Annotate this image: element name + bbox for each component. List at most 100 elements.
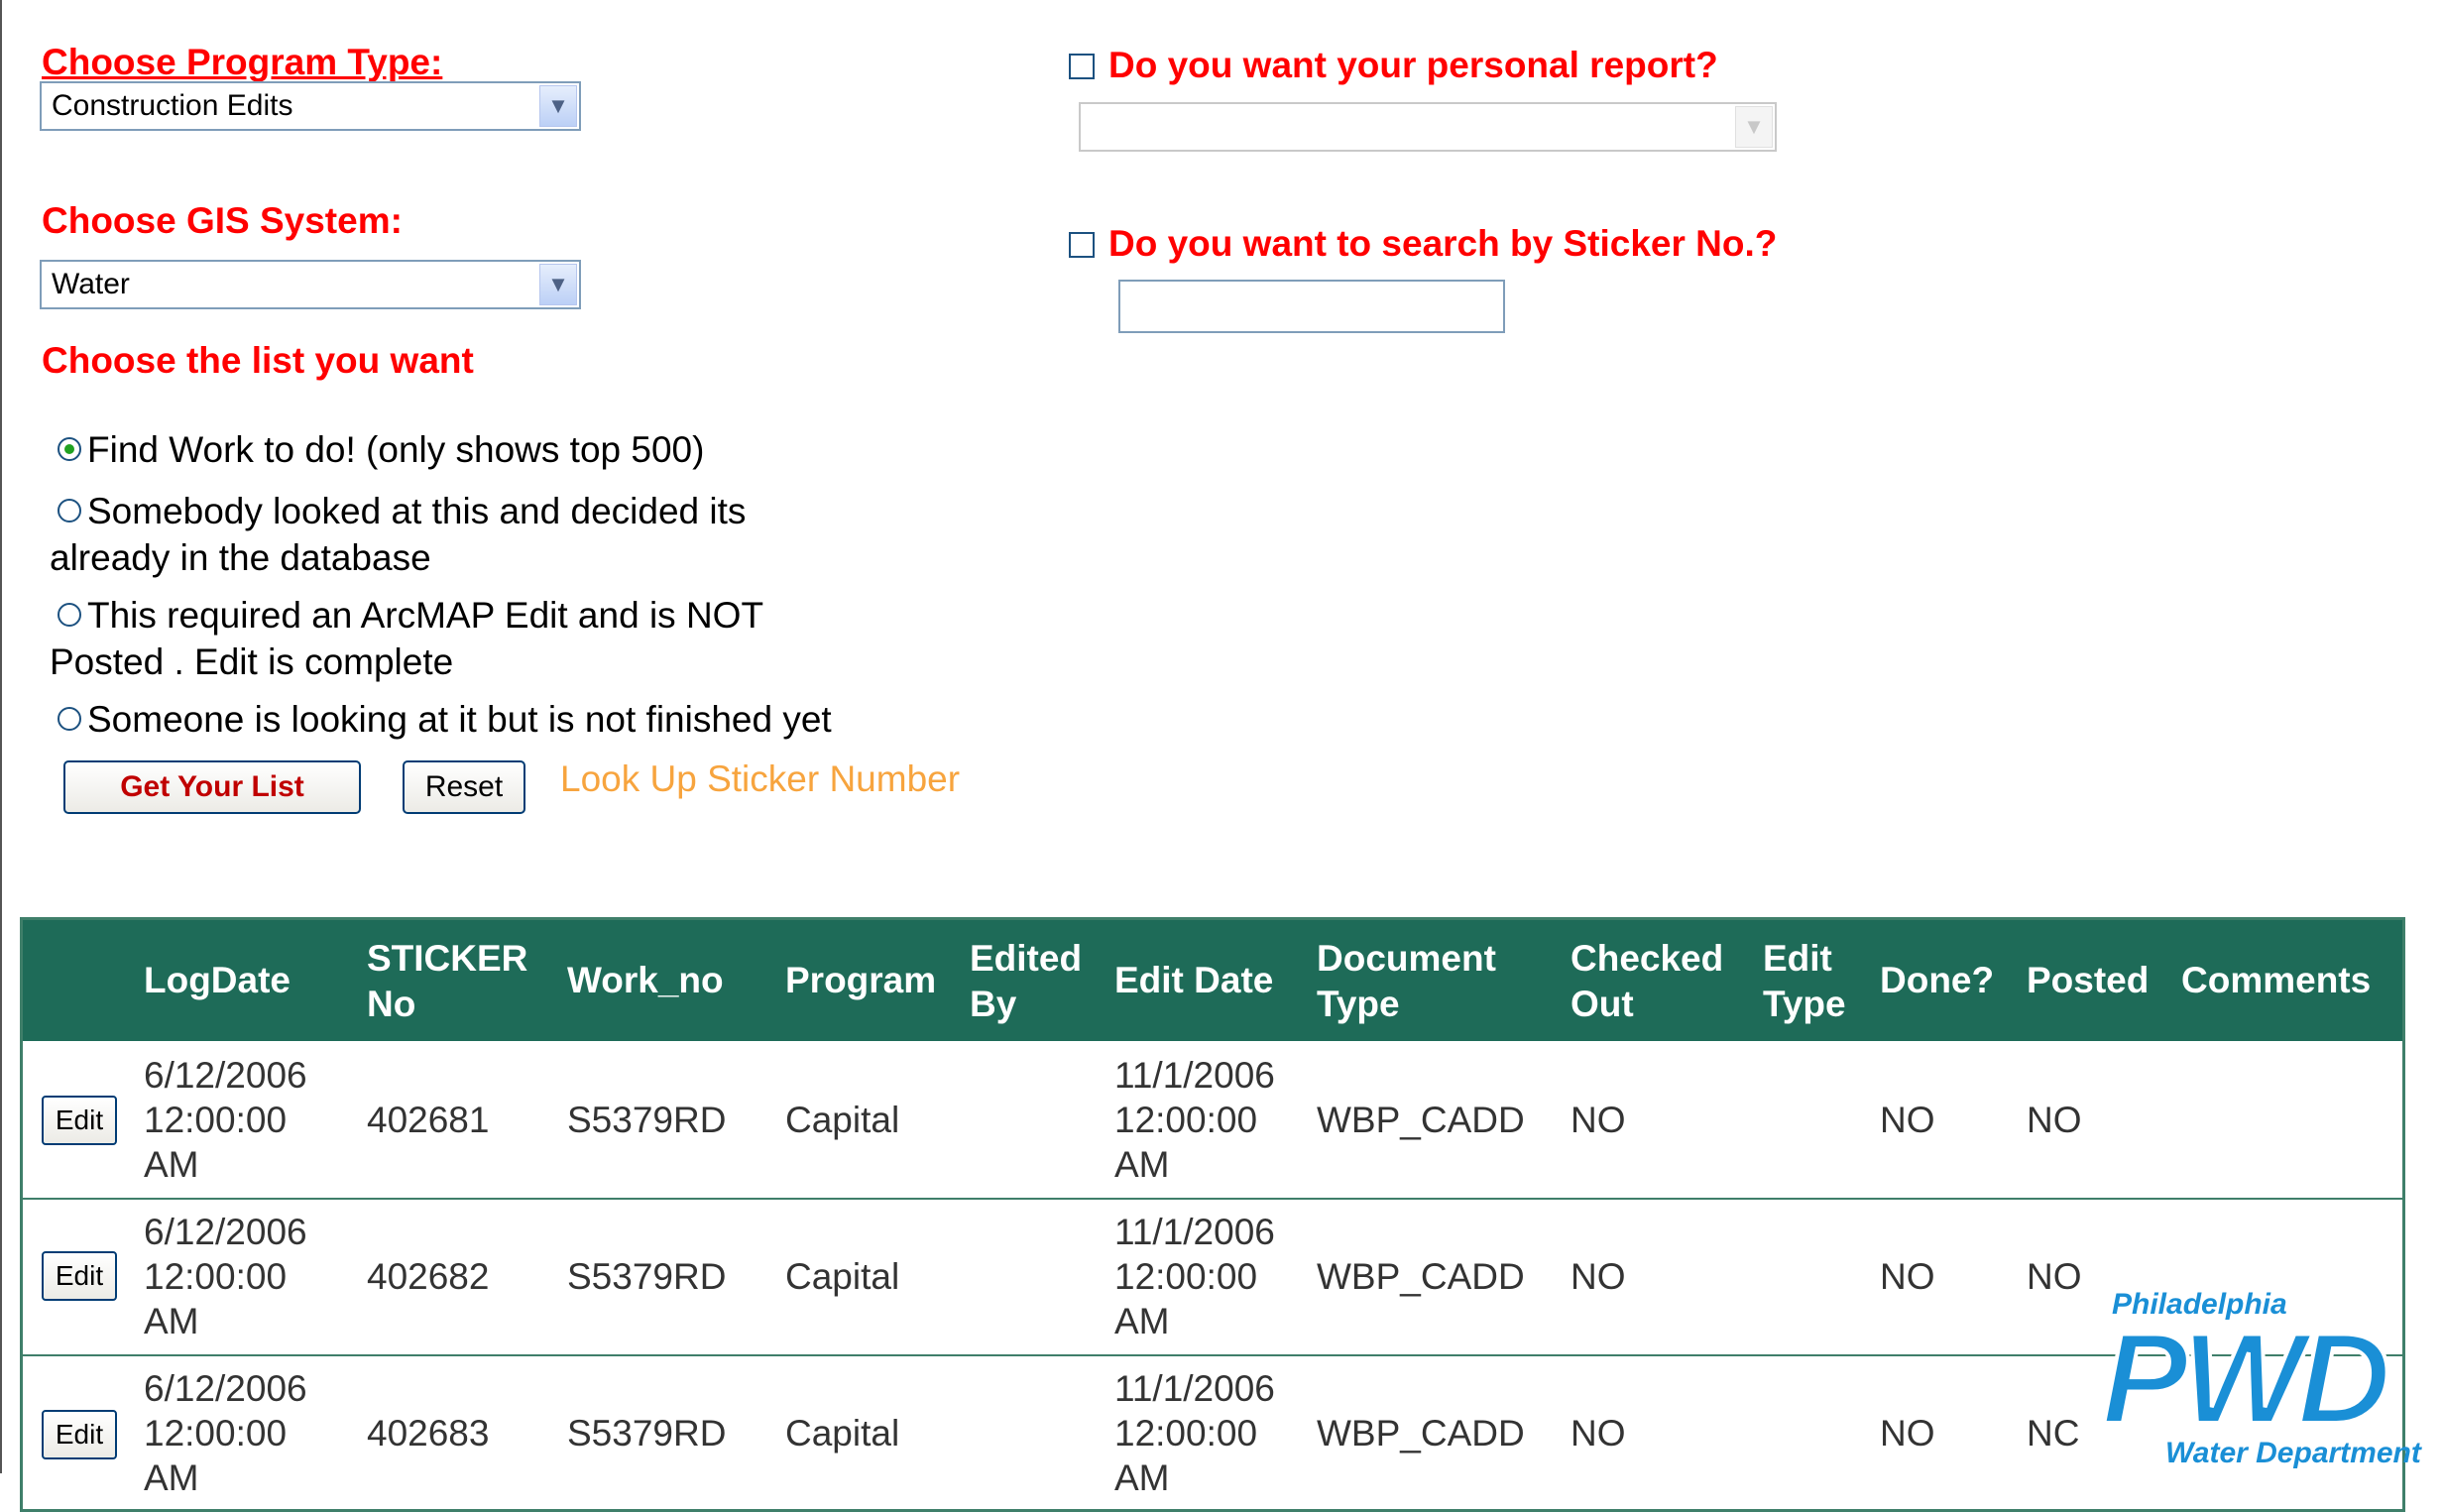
cell-edit-date-line: 12:00:00	[1114, 1100, 1258, 1140]
list-choice-label: Choose the list you want	[42, 340, 474, 381]
personal-report-checkbox[interactable]	[1069, 54, 1095, 79]
cell-logdate-line: AM	[144, 1301, 199, 1341]
cell-checked-out: NO	[1570, 1413, 1626, 1454]
header-logdate: LogDate	[144, 960, 291, 1000]
sticker-search-checkbox[interactable]	[1069, 232, 1095, 258]
cell-sticker: 402681	[367, 1100, 490, 1140]
chevron-down-icon[interactable]: ▼	[539, 264, 577, 305]
list-option-already-in-db[interactable]: Somebody looked at this and decided its	[58, 491, 746, 532]
list-option-label: This required an ArcMAP Edit and is NOT	[87, 595, 764, 636]
logo-mark-text: PWD	[2102, 1306, 2387, 1451]
cell-program: Capital	[785, 1100, 900, 1140]
cell-document-type: WBP_CADD	[1317, 1256, 1525, 1297]
header-edit-type-line2: Type	[1763, 984, 1846, 1024]
cell-logdate: 6/12/2006 12:00:00 AM	[144, 1210, 307, 1343]
header-edited-by: Edited By	[970, 936, 1082, 1027]
pwd-logo: Philadelphia PWD Water Department	[2100, 1288, 2423, 1469]
cell-edit-date-line: 11/1/2006	[1114, 1055, 1275, 1096]
chevron-down-icon[interactable]: ▼	[539, 85, 577, 127]
cell-edit-date: 11/1/2006 12:00:00 AM	[1114, 1366, 1275, 1500]
header-comments: Comments	[2181, 960, 2372, 1000]
header-checked-line1: Checked	[1570, 938, 1724, 979]
personal-report-label: Do you want your personal report?	[1108, 45, 1718, 85]
cell-posted: NC	[2027, 1413, 2080, 1454]
lookup-sticker-link[interactable]: Look Up Sticker Number	[560, 758, 960, 800]
list-option-find-work[interactable]: Find Work to do! (only shows top 500)	[58, 429, 704, 471]
cell-work-no: S5379RD	[567, 1100, 727, 1140]
cell-work-no: S5379RD	[567, 1413, 727, 1454]
edit-row-button[interactable]: Edit	[42, 1096, 117, 1145]
cell-program: Capital	[785, 1413, 900, 1454]
personal-report-select[interactable]: ▼	[1079, 102, 1777, 152]
cell-done: NO	[1880, 1256, 1935, 1297]
gis-system-select[interactable]: Water ▼	[40, 260, 581, 309]
sticker-number-input[interactable]	[1118, 280, 1505, 333]
header-edit-date: Edit Date	[1114, 960, 1274, 1000]
cell-logdate: 6/12/2006 12:00:00 AM	[144, 1053, 307, 1187]
cell-sticker: 402682	[367, 1256, 490, 1297]
header-document-type: Document Type	[1317, 936, 1496, 1027]
program-type-select[interactable]: Construction Edits ▼	[40, 81, 581, 131]
list-option-label-continued: already in the database	[50, 537, 431, 578]
list-option-label: Somebody looked at this and decided its	[87, 491, 747, 531]
cell-sticker: 402683	[367, 1413, 490, 1454]
edit-row-button[interactable]: Edit	[42, 1410, 117, 1459]
header-sticker: STICKER No	[367, 936, 527, 1027]
program-type-label: Choose Program Type:	[42, 42, 443, 82]
header-doc-line2: Type	[1317, 984, 1400, 1024]
cell-edit-date-line: 12:00:00	[1114, 1413, 1258, 1454]
list-option-in-progress[interactable]: Someone is looking at it but is not fini…	[58, 699, 832, 741]
cell-edit-date: 11/1/2006 12:00:00 AM	[1114, 1053, 1275, 1187]
cell-edit-date-line: 12:00:00	[1114, 1256, 1258, 1297]
header-posted: Posted	[2027, 960, 2150, 1000]
cell-logdate-line: 6/12/2006	[144, 1368, 307, 1409]
radio-icon[interactable]	[58, 707, 81, 732]
cell-logdate-line: 12:00:00	[144, 1256, 288, 1297]
get-your-list-button[interactable]: Get Your List	[63, 760, 361, 814]
radio-icon[interactable]	[58, 499, 81, 523]
cell-checked-out: NO	[1570, 1256, 1626, 1297]
row-divider	[23, 1354, 2402, 1356]
cell-posted: NO	[2027, 1100, 2082, 1140]
radio-selected-icon[interactable]	[58, 437, 81, 462]
header-sticker-line1: STICKER	[367, 938, 528, 979]
header-checked-line2: Out	[1570, 984, 1634, 1024]
chevron-down-icon[interactable]: ▼	[1735, 106, 1773, 148]
cell-logdate-line: 6/12/2006	[144, 1212, 307, 1252]
cell-work-no: S5379RD	[567, 1256, 727, 1297]
logo-bottom-text: Water Department	[2165, 1437, 2423, 1469]
cell-edit-date: 11/1/2006 12:00:00 AM	[1114, 1210, 1275, 1343]
cell-document-type: WBP_CADD	[1317, 1413, 1525, 1454]
header-edit-type: Edit Type	[1763, 936, 1846, 1027]
cell-posted: NO	[2027, 1256, 2082, 1297]
list-option-arcmap-edit[interactable]: This required an ArcMAP Edit and is NOT	[58, 595, 763, 637]
header-edited-line2: By	[970, 984, 1017, 1024]
cell-edit-date-line: AM	[1114, 1457, 1170, 1498]
row-divider	[23, 1198, 2402, 1200]
header-doc-line1: Document	[1317, 938, 1496, 979]
cell-logdate: 6/12/2006 12:00:00 AM	[144, 1366, 307, 1500]
header-edited-line1: Edited	[970, 938, 1083, 979]
radio-icon[interactable]	[58, 603, 81, 628]
header-program: Program	[785, 960, 937, 1000]
header-work-no: Work_no	[567, 960, 724, 1000]
cell-checked-out: NO	[1570, 1100, 1626, 1140]
cell-edit-date-line: AM	[1114, 1301, 1170, 1341]
cell-done: NO	[1880, 1413, 1935, 1454]
header-sticker-line2: No	[367, 984, 416, 1024]
program-type-value: Construction Edits	[52, 89, 293, 122]
cell-logdate-line: AM	[144, 1457, 199, 1498]
cell-logdate-line: AM	[144, 1144, 199, 1185]
cell-edit-date-line: AM	[1114, 1144, 1170, 1185]
list-option-label-continued: Posted . Edit is complete	[50, 641, 454, 682]
cell-logdate-line: 12:00:00	[144, 1413, 288, 1454]
cell-logdate-line: 6/12/2006	[144, 1055, 307, 1096]
edit-row-button[interactable]: Edit	[42, 1251, 117, 1301]
header-checked-out: Checked Out	[1570, 936, 1723, 1027]
reset-button[interactable]: Reset	[403, 760, 525, 814]
cell-edit-date-line: 11/1/2006	[1114, 1212, 1275, 1252]
cell-logdate-line: 12:00:00	[144, 1100, 288, 1140]
sticker-search-label: Do you want to search by Sticker No.?	[1108, 223, 1778, 264]
gis-system-label: Choose GIS System:	[42, 200, 403, 241]
cell-document-type: WBP_CADD	[1317, 1100, 1525, 1140]
